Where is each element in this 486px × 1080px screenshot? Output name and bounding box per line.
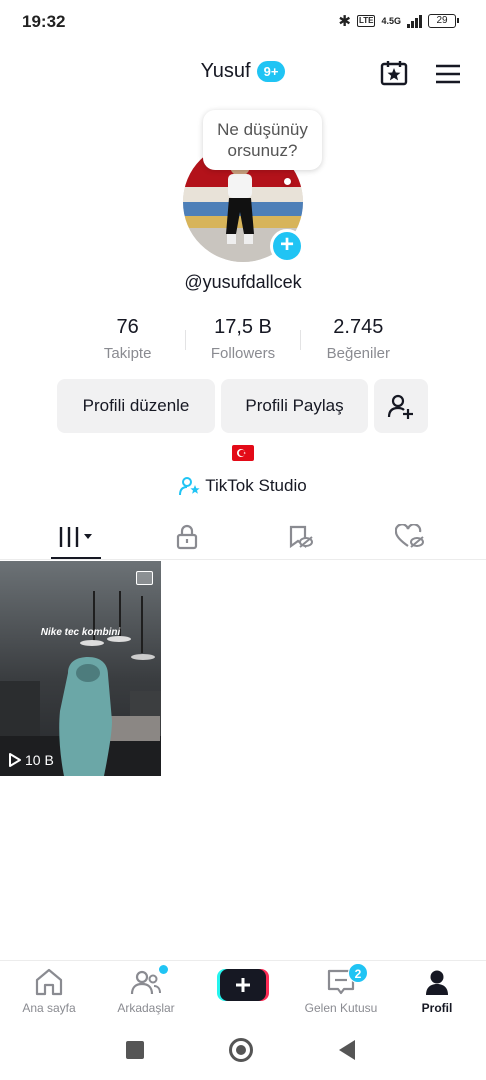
play-icon (9, 753, 21, 767)
active-tab-indicator (51, 557, 101, 559)
edit-profile-button[interactable]: Profili düzenle (57, 379, 215, 433)
view-count: 10 B (8, 752, 54, 768)
nav-friends-label: Arkadaşlar (117, 1001, 175, 1015)
tab-private[interactable] (157, 522, 217, 552)
add-user-icon (387, 394, 413, 419)
studio-icon (179, 477, 200, 496)
plus-icon (217, 969, 269, 1001)
nav-inbox-label: Gelen Kutusu (304, 1001, 378, 1015)
bubble-text-line1: Ne düşünüy (217, 120, 308, 139)
stat-value: 17,5 B (214, 316, 272, 338)
menu-icon[interactable] (436, 64, 460, 84)
bottom-nav: Ana sayfa Arkadaşlar 2 Gelen Kutusu Prof… (0, 960, 486, 1022)
stat-divider (300, 330, 301, 350)
nav-inbox[interactable]: 2 Gelen Kutusu (296, 963, 386, 1015)
video-caption: Nike tec kombini (40, 627, 121, 638)
nav-home[interactable]: Ana sayfa (4, 967, 94, 1015)
content-tabs (0, 512, 486, 560)
battery-icon: 29 (428, 14, 459, 28)
nav-home-label: Ana sayfa (22, 1001, 76, 1015)
stat-label: Takipte (103, 345, 152, 362)
username: @yusufdallcek (184, 272, 302, 292)
tab-reposts[interactable] (270, 522, 330, 552)
signal-icon (407, 14, 422, 28)
friends-icon (130, 970, 161, 995)
nav-friends[interactable]: Arkadaşlar (101, 965, 191, 1015)
studio-label: TikTok Studio (205, 476, 307, 495)
photo-icon (136, 571, 153, 585)
recents-icon[interactable] (126, 1041, 144, 1059)
account-switcher[interactable]: Yusuf 9+ (0, 60, 486, 83)
lock-icon (176, 524, 198, 550)
video-thumbnail[interactable]: Nike tec kombini 10 B (0, 561, 161, 776)
friends-notification-dot (159, 965, 168, 974)
notification-badge: 9+ (256, 61, 286, 82)
create-button[interactable] (217, 969, 269, 1001)
profile-header: Yusuf 9+ (0, 52, 486, 94)
nav-profile[interactable]: Profil (392, 967, 482, 1015)
calendar-star-icon[interactable] (380, 60, 408, 86)
bluetooth-icon: ✱ (338, 13, 351, 30)
bubble-tail (284, 178, 291, 185)
page-title: Yusuf (200, 60, 251, 82)
stat-likes[interactable]: 2.745 Beğeniler (301, 316, 416, 366)
status-bar: 19:32 ✱ LTE 4.5G 29 (0, 0, 486, 44)
profile-icon (426, 970, 448, 995)
video-thumbnail-image (0, 561, 161, 776)
status-icons: ✱ LTE 4.5G 29 (338, 12, 459, 30)
add-story-button[interactable]: + (270, 229, 304, 263)
add-friend-button[interactable] (374, 379, 428, 433)
bubble-text-line2: orsunuz? (227, 141, 298, 160)
tiktok-studio-link[interactable]: TikTok Studio (0, 476, 486, 496)
stat-label: Beğeniler (326, 345, 391, 362)
stat-followers[interactable]: 17,5 B Followers (185, 316, 300, 366)
profile-stats: 76 Takipte 17,5 B Followers 2.745 Beğeni… (70, 316, 416, 366)
home-button-icon[interactable] (229, 1038, 253, 1062)
back-icon[interactable] (339, 1040, 355, 1060)
stat-value: 2.745 (333, 316, 384, 338)
inbox-badge: 2 (348, 963, 368, 983)
home-icon (35, 968, 63, 996)
stat-divider (185, 330, 186, 350)
nav-profile-label: Profil (421, 1001, 453, 1015)
heart-hidden-icon (395, 524, 424, 548)
system-nav-bar (0, 1022, 486, 1080)
grid-icon (59, 527, 92, 547)
stat-following[interactable]: 76 Takipte (70, 316, 185, 366)
share-profile-button[interactable]: Profili Paylaş (221, 379, 368, 433)
stat-value: 76 (116, 316, 139, 338)
network-type: 4.5G (381, 15, 401, 26)
view-count-value: 10 B (25, 752, 54, 768)
bookmark-hidden-icon (289, 525, 313, 549)
tab-liked[interactable] (380, 522, 440, 552)
tab-videos[interactable] (47, 522, 107, 552)
stat-label: Followers (210, 345, 276, 362)
turkey-flag-icon (232, 445, 254, 461)
volte-icon: LTE (356, 15, 376, 27)
thought-bubble[interactable]: Ne düşünüy orsunuz? (203, 110, 322, 170)
status-time: 19:32 (22, 12, 66, 31)
